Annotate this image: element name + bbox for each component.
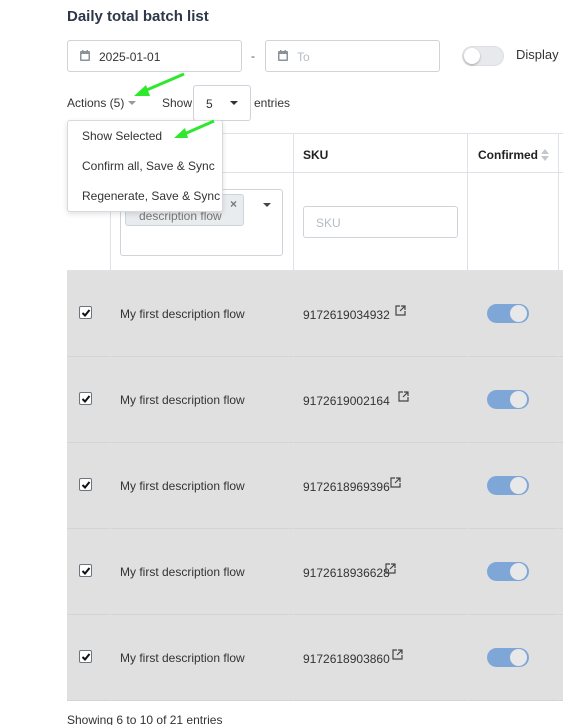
sku-filter-input[interactable]: SKU: [303, 206, 458, 238]
row-checkbox[interactable]: [79, 306, 92, 319]
external-link-icon[interactable]: [395, 303, 406, 316]
menu-item-regenerate[interactable]: Regenerate, Save & Sync: [82, 189, 220, 203]
checkbox-checked-icon: [81, 395, 91, 403]
table-row: My first description flow 9172618903860: [67, 615, 563, 701]
external-link-icon[interactable]: [398, 389, 409, 402]
row-flow-name: My first description flow: [120, 393, 245, 407]
date-from-field[interactable]: 2025-01-01: [67, 40, 242, 72]
display-label: Display: [516, 47, 559, 62]
row-checkbox[interactable]: [79, 650, 92, 663]
chevron-down-icon: [230, 101, 238, 105]
date-to-placeholder: To: [297, 50, 310, 64]
table-row: My first description flow 9172619002164: [67, 357, 563, 443]
chevron-down-icon[interactable]: [128, 101, 136, 105]
confirmed-toggle[interactable]: [487, 476, 529, 495]
toggle-knob: [510, 649, 527, 666]
checkbox-checked-icon: [81, 567, 91, 575]
column-divider: [293, 133, 294, 701]
toggle-knob: [510, 305, 527, 322]
entries-label: entries: [254, 96, 291, 110]
column-header-confirmed[interactable]: Confirmed: [478, 148, 538, 162]
chip-remove-icon[interactable]: ×: [230, 197, 237, 211]
entries-select-value: 5: [206, 97, 213, 111]
row-checkbox[interactable]: [79, 478, 92, 491]
confirmed-toggle[interactable]: [487, 562, 529, 581]
checkbox-checked-icon: [81, 309, 91, 317]
batch-table: SKU Confirmed × description flow SKU My …: [67, 133, 563, 701]
row-flow-name: My first description flow: [120, 307, 245, 321]
column-divider: [110, 133, 111, 701]
row-sku: 9172619002164: [303, 394, 390, 408]
date-from-value: 2025-01-01: [99, 50, 161, 64]
annotation-arrow-icon: [174, 119, 215, 138]
menu-item-show-selected[interactable]: Show Selected: [82, 129, 162, 143]
confirmed-toggle[interactable]: [487, 304, 529, 323]
row-checkbox[interactable]: [79, 564, 92, 577]
table-row: My first description flow 9172619034932: [67, 271, 563, 357]
row-flow-name: My first description flow: [120, 651, 245, 665]
confirmed-toggle[interactable]: [487, 390, 529, 409]
actions-button[interactable]: Actions (5): [67, 96, 124, 110]
entries-select[interactable]: 5: [193, 85, 251, 121]
sort-icon[interactable]: [541, 148, 549, 161]
chevron-down-icon[interactable]: [263, 203, 271, 207]
row-checkbox[interactable]: [79, 392, 92, 405]
table-row: My first description flow 9172618969396: [67, 443, 563, 529]
external-link-icon[interactable]: [392, 647, 403, 660]
calendar-icon: [80, 50, 90, 61]
menu-item-confirm-all[interactable]: Confirm all, Save & Sync: [82, 159, 215, 173]
column-divider: [467, 133, 468, 701]
row-flow-name: My first description flow: [120, 479, 245, 493]
toggle-knob: [464, 48, 480, 64]
external-link-icon[interactable]: [385, 561, 396, 574]
row-sku: 9172619034932: [303, 308, 390, 322]
row-sku: 9172618969396: [303, 480, 390, 494]
confirmed-toggle[interactable]: [487, 648, 529, 667]
date-to-field[interactable]: To: [265, 40, 440, 72]
calendar-icon: [278, 50, 288, 61]
row-flow-name: My first description flow: [120, 565, 245, 579]
table-row: My first description flow 9172618936628: [67, 529, 563, 615]
toggle-knob: [510, 563, 527, 580]
toggle-knob: [510, 391, 527, 408]
row-sku: 9172618903860: [303, 652, 390, 666]
table-info: Showing 6 to 10 of 21 entries: [67, 713, 223, 725]
checkbox-checked-icon: [81, 653, 91, 661]
column-divider: [558, 133, 559, 701]
external-link-icon[interactable]: [390, 475, 401, 488]
checkbox-checked-icon: [81, 481, 91, 489]
toggle-knob: [510, 477, 527, 494]
row-sku: 9172618936628: [303, 566, 390, 580]
display-toggle[interactable]: [462, 46, 504, 66]
annotation-arrow-icon: [134, 72, 185, 96]
date-separator: -: [251, 49, 255, 63]
column-header-sku[interactable]: SKU: [303, 148, 328, 162]
page-title: Daily total batch list: [67, 8, 209, 25]
